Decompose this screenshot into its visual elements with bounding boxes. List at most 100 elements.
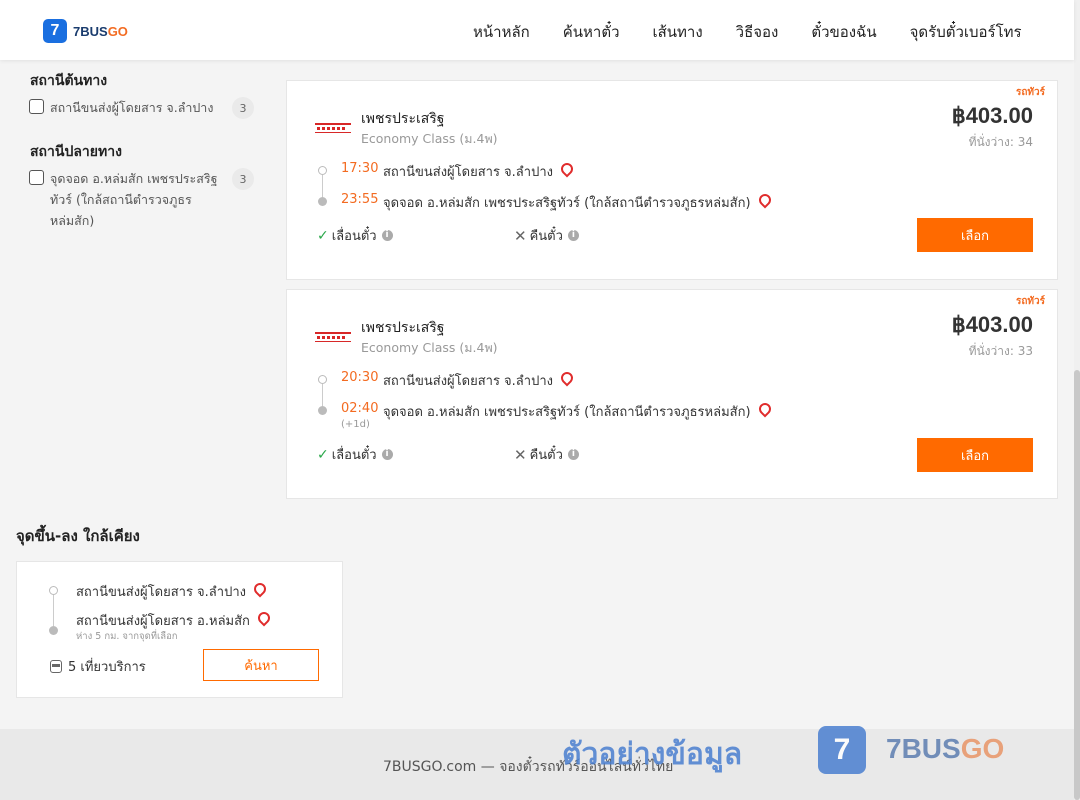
- top-header: 7 7BUSGO หน้าหลัก ค้นหาตั๋ว เส้นทาง วิธี…: [0, 0, 1074, 60]
- nearby-origin-name: สถานีขนส่งผู้โดยสาร จ.ลำปาง: [76, 585, 246, 600]
- arrival-station-name: จุดจอด อ.หล่มสัก เพชรประสริฐทัวร์ (ใกล้ส…: [383, 196, 751, 211]
- map-pin-icon[interactable]: [255, 609, 273, 627]
- select-trip-button[interactable]: เลือก: [917, 438, 1033, 472]
- nav-my-tickets[interactable]: ตั๋วของฉัน: [811, 20, 876, 44]
- select-trip-button[interactable]: เลือก: [917, 218, 1033, 252]
- trips-count: 5 เที่ยวบริการ: [50, 656, 146, 677]
- nav-search-tickets[interactable]: ค้นหาตั๋ว: [563, 20, 620, 44]
- seats-available: ที่นั่งว่าง: 34: [968, 135, 1033, 149]
- origin-filter-label: สถานีขนส่งผู้โดยสาร จ.ลำปาง: [50, 100, 214, 115]
- logo-text: 7BUSGO: [73, 24, 128, 39]
- scrollbar-thumb[interactable]: [1074, 370, 1080, 800]
- origin-filter-option[interactable]: สถานีขนส่งผู้โดยสาร จ.ลำปาง 3: [29, 97, 254, 119]
- info-icon[interactable]: i: [567, 449, 579, 460]
- cross-icon: ✕: [514, 445, 527, 464]
- departure-station-name: สถานีขนส่งผู้โดยสาร จ.ลำปาง: [383, 374, 553, 389]
- brand-logo[interactable]: 7 7BUSGO: [43, 19, 128, 43]
- origin-checkbox[interactable]: [29, 99, 44, 114]
- reschedule-label: เลื่อนตั๋ว: [331, 448, 377, 463]
- destination-filter-option[interactable]: จุดจอด อ.หล่มสัก เพชรประสริฐทัวร์ (ใกล้ส…: [29, 168, 254, 231]
- watermark-text: ตัวอย่างข้อมูล: [562, 737, 743, 772]
- trips-count-label: 5 เที่ยวบริการ: [68, 660, 146, 675]
- destination-checkbox[interactable]: [29, 170, 44, 185]
- operator-logo: [315, 123, 351, 133]
- destination-count-badge: 3: [232, 168, 254, 190]
- nearby-stops-card: สถานีขนส่งผู้โดยสาร จ.ลำปาง สถานีขนส่งผู…: [16, 561, 343, 698]
- nearby-search-button[interactable]: ค้นหา: [203, 649, 319, 681]
- bus-class: Economy Class (ม.4พ): [361, 131, 498, 146]
- logo-mark: 7: [43, 19, 67, 43]
- check-icon: ✓: [317, 446, 329, 463]
- refund-label: คืนตั๋ว: [529, 229, 563, 244]
- trip-card: รถทัวร์ เพชรประเสริฐ Economy Class (ม.4พ…: [286, 80, 1058, 280]
- timeline-line: [322, 384, 323, 406]
- refund-feature: ✕ คืนตั๋ว i: [514, 225, 579, 246]
- logo-text-part2: GO: [107, 23, 128, 39]
- origin-count-badge: 3: [232, 97, 254, 119]
- watermark-logo: 7: [818, 726, 866, 774]
- timeline-start-dot: [318, 375, 327, 384]
- bus-type-tag: รถทัวร์: [1015, 87, 1045, 98]
- operator-name: เพชรประเสริฐ: [361, 111, 445, 127]
- map-pin-icon[interactable]: [756, 400, 774, 418]
- nearby-destination-station: สถานีขนส่งผู้โดยสาร อ.หล่มสัก: [76, 609, 273, 631]
- bus-type-tag: รถทัวร์: [1015, 296, 1045, 307]
- watermark-brand-part2: GO: [960, 733, 1005, 764]
- next-day-indicator: (+1d): [341, 419, 370, 430]
- watermark-brand-part1: 7BUS: [886, 733, 961, 764]
- departure-time: 17:30: [341, 161, 379, 176]
- trip-price: ฿403.00: [951, 312, 1033, 337]
- check-icon: ✓: [317, 227, 329, 244]
- departure-station: สถานีขนส่งผู้โดยสาร จ.ลำปาง: [383, 369, 576, 391]
- arrival-station: จุดจอด อ.หล่มสัก เพชรประสริฐทัวร์ (ใกล้ส…: [383, 400, 774, 422]
- refund-feature: ✕ คืนตั๋ว i: [514, 444, 579, 465]
- departure-station: สถานีขนส่งผู้โดยสาร จ.ลำปาง: [383, 160, 576, 182]
- timeline-end-dot: [318, 406, 327, 415]
- reschedule-feature: ✓ เลื่อนตั๋ว i: [317, 444, 393, 465]
- nav-ticket-pickup[interactable]: จุดรับตั๋วเบอร์โทร: [910, 20, 1022, 44]
- seats-available: ที่นั่งว่าง: 33: [968, 344, 1033, 358]
- map-pin-icon[interactable]: [558, 369, 576, 387]
- refund-label: คืนตั๋ว: [529, 448, 563, 463]
- map-pin-icon[interactable]: [251, 580, 269, 598]
- watermark-brand: 7BUSGO: [886, 733, 1004, 765]
- operator-logo: [315, 332, 351, 342]
- timeline-start-dot: [318, 166, 327, 175]
- cross-icon: ✕: [514, 226, 527, 245]
- map-pin-icon[interactable]: [756, 191, 774, 209]
- nav-home[interactable]: หน้าหลัก: [473, 20, 530, 44]
- bus-class: Economy Class (ม.4พ): [361, 340, 498, 355]
- trip-price: ฿403.00: [951, 103, 1033, 128]
- nearby-stops-title: จุดขึ้น-ลง ใกล้เคียง: [16, 527, 140, 545]
- bus-icon: [50, 660, 62, 673]
- nearby-origin-station: สถานีขนส่งผู้โดยสาร จ.ลำปาง: [76, 580, 269, 602]
- departure-time: 20:30: [341, 370, 379, 385]
- timeline-line: [53, 595, 54, 626]
- operator-name: เพชรประเสริฐ: [361, 320, 445, 336]
- timeline-end-dot: [49, 626, 58, 635]
- arrival-time: 02:40: [341, 401, 379, 416]
- trip-card: รถทัวร์ เพชรประเสริฐ Economy Class (ม.4พ…: [286, 289, 1058, 499]
- info-icon[interactable]: i: [381, 449, 393, 460]
- destination-filter-label: จุดจอด อ.หล่มสัก เพชรประสริฐทัวร์ (ใกล้ส…: [50, 171, 218, 228]
- arrival-station-name: จุดจอด อ.หล่มสัก เพชรประสริฐทัวร์ (ใกล้ส…: [383, 405, 751, 420]
- reschedule-feature: ✓ เลื่อนตั๋ว i: [317, 225, 393, 246]
- logo-text-part1: 7BUS: [73, 23, 108, 39]
- timeline-start-dot: [49, 586, 58, 595]
- reschedule-label: เลื่อนตั๋ว: [331, 229, 377, 244]
- info-icon[interactable]: i: [381, 230, 393, 241]
- map-pin-icon[interactable]: [558, 160, 576, 178]
- main-nav: หน้าหลัก ค้นหาตั๋ว เส้นทาง วิธีจอง ตั๋วข…: [473, 20, 1022, 44]
- departure-station-name: สถานีขนส่งผู้โดยสาร จ.ลำปาง: [383, 165, 553, 180]
- timeline-line: [322, 175, 323, 197]
- arrival-time: 23:55: [341, 192, 379, 207]
- nav-routes[interactable]: เส้นทาง: [653, 20, 703, 44]
- destination-filter-title: สถานีปลายทาง: [30, 144, 122, 160]
- timeline-end-dot: [318, 197, 327, 206]
- distance-note: ห่าง 5 กม. จากจุดที่เลือก: [76, 631, 178, 642]
- origin-filter-title: สถานีต้นทาง: [30, 73, 108, 89]
- info-icon[interactable]: i: [567, 230, 579, 241]
- nearby-destination-name: สถานีขนส่งผู้โดยสาร อ.หล่มสัก: [76, 614, 250, 629]
- nav-how-to-book[interactable]: วิธีจอง: [736, 20, 779, 44]
- arrival-station: จุดจอด อ.หล่มสัก เพชรประสริฐทัวร์ (ใกล้ส…: [383, 191, 774, 213]
